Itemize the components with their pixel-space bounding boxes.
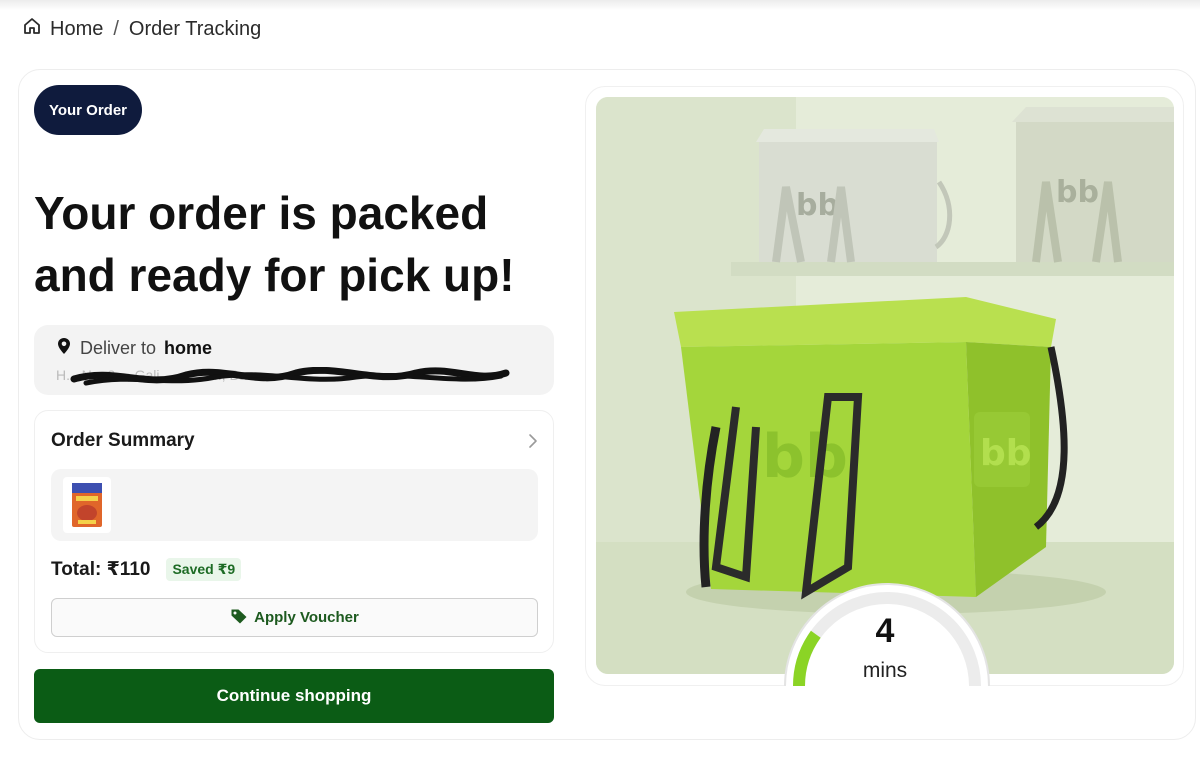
timer-value: 4 [875, 612, 895, 650]
continue-shopping-button[interactable]: Continue shopping [34, 669, 554, 723]
deliver-to-line: Deliver to home [56, 337, 212, 360]
page-title: Your order is packed and ready for pick … [34, 187, 515, 301]
breadcrumb-current: Order Tracking [128, 17, 262, 40]
address-text: H... No. 2..., Gali..., ... ... ..., Ba.… [56, 367, 526, 389]
svg-text:bb: bb [762, 422, 848, 492]
svg-text:bb: bb [796, 188, 839, 223]
home-icon [22, 16, 42, 42]
location-pin-icon [56, 337, 72, 360]
top-shadow [0, 0, 1200, 10]
order-total: Total: ₹110 [51, 559, 151, 580]
your-order-badge: Your Order [34, 85, 142, 135]
breadcrumb-separator: / [113, 17, 119, 40]
total-row: Total: ₹110 Saved ₹9 [51, 558, 242, 581]
deliver-to-label: home [164, 338, 213, 358]
order-summary-card: Order Summary Total: ₹110 Saved ₹9 Apply… [34, 410, 554, 653]
chevron-right-icon[interactable] [527, 433, 539, 454]
delivery-address-box[interactable]: Deliver to home H... No. 2..., Gali..., … [34, 325, 554, 395]
breadcrumb-home-label: Home [50, 17, 104, 40]
svg-text:bb: bb [1056, 175, 1099, 210]
product-thumbnail[interactable] [63, 477, 111, 533]
deliver-to-prefix: Deliver to [80, 338, 157, 358]
order-items-strip[interactable] [51, 469, 538, 541]
breadcrumb-home-link[interactable]: Home [22, 16, 103, 42]
timer-unit: mins [862, 659, 908, 682]
apply-voucher-label: Apply Voucher [254, 609, 359, 626]
order-summary-title: Order Summary [51, 430, 195, 451]
svg-text:bb: bb [980, 433, 1032, 474]
tag-icon [230, 607, 248, 629]
savings-badge: Saved ₹9 [166, 558, 242, 581]
apply-voucher-button[interactable]: Apply Voucher [51, 598, 538, 637]
product-pack-image [72, 483, 102, 527]
redaction-scribble [70, 367, 510, 386]
breadcrumb: Home / Order Tracking [22, 16, 261, 42]
